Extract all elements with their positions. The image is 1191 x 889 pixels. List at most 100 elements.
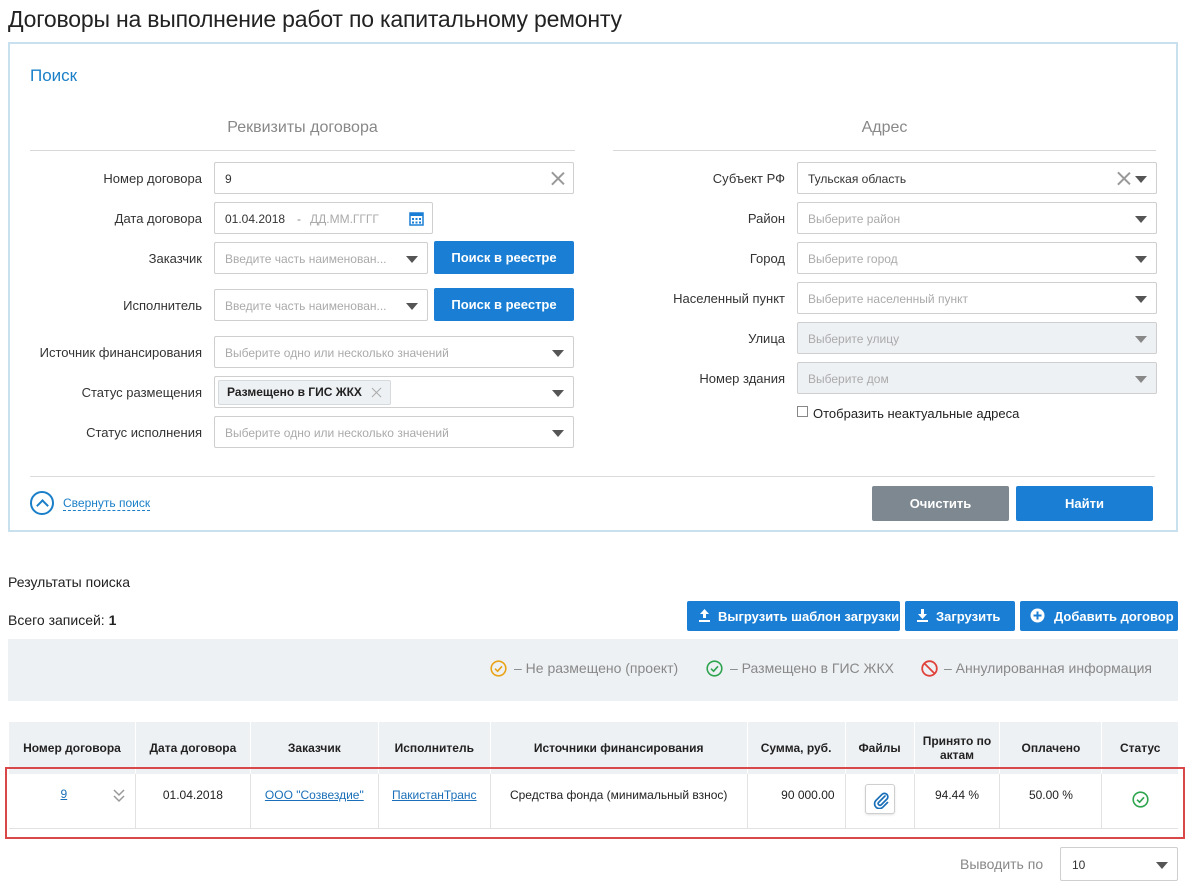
column-header[interactable]: Файлы (844, 722, 915, 774)
placed-status-icon (706, 660, 723, 677)
search-panel: Поиск Реквизиты договора Адрес Номер дог… (8, 42, 1178, 532)
city-label: Город (749, 251, 785, 266)
total-records-value: 1 (108, 612, 117, 628)
contract-section-title: Реквизиты договора (227, 119, 378, 136)
region-select[interactable]: Тульская область (797, 162, 1157, 194)
column-header[interactable]: Принято по актам (913, 722, 1000, 774)
column-header[interactable]: Сумма, руб. (746, 722, 846, 774)
draft-status-icon (490, 660, 507, 677)
page-size-select[interactable]: 10 (1060, 847, 1178, 881)
cell-paid: 50.00 % (999, 774, 1102, 829)
date-to-placeholder: ДД.ММ.ГГГГ (310, 212, 379, 226)
column-header[interactable]: Заказчик (249, 722, 379, 774)
clear-button[interactable]: Очистить (872, 486, 1009, 521)
clear-icon[interactable] (550, 170, 566, 186)
legend-placed: – Размещено в ГИС ЖКХ (730, 660, 894, 676)
chevron-down-icon (1135, 256, 1147, 263)
download-icon (917, 609, 928, 622)
city-select[interactable]: Выберите город (797, 242, 1157, 274)
building-select[interactable]: Выберите дом (797, 362, 1157, 394)
total-records: Всего записей: 1 (8, 612, 116, 628)
chevron-down-icon (552, 390, 564, 397)
upload-icon (699, 609, 710, 622)
customer-select[interactable]: Введите часть наименован... (214, 242, 428, 274)
building-placeholder: Выберите дом (808, 372, 889, 386)
column-header[interactable]: Исполнитель (377, 722, 491, 774)
chevron-down-icon (1135, 336, 1147, 343)
cell-accepted: 94.44 % (913, 774, 1000, 829)
chevron-down-icon (552, 350, 564, 357)
street-select[interactable]: Выберите улицу (797, 322, 1157, 354)
expand-row-icon[interactable] (113, 789, 125, 803)
cell-funding: Средства фонда (минимальный взнос) (489, 774, 748, 829)
chevron-down-icon (1135, 296, 1147, 303)
column-header[interactable]: Номер договора (8, 722, 136, 774)
contract-number-link[interactable]: 9 (61, 787, 68, 801)
customer-registry-search-button[interactable]: Поиск в реестре (434, 241, 574, 274)
customer-placeholder: Введите часть наименован... (225, 252, 387, 266)
contractor-select[interactable]: Введите часть наименован... (214, 289, 428, 321)
export-template-label: Выгрузить шаблон загрузки (718, 609, 900, 624)
calendar-icon[interactable] (409, 211, 424, 226)
table-header-row: Номер договора Дата договора Заказчик Ис… (8, 722, 1178, 774)
district-select[interactable]: Выберите район (797, 202, 1157, 234)
total-records-label: Всего записей: (8, 612, 105, 628)
paperclip-icon (873, 792, 889, 810)
upload-button[interactable]: Загрузить (905, 601, 1015, 631)
placement-status-tag: Размещено в ГИС ЖКХ (218, 380, 391, 405)
settlement-label: Населенный пункт (673, 291, 785, 306)
contract-number-label: Номер договора (103, 171, 202, 186)
cell-contractor: ПакистанТранс (377, 774, 491, 829)
contractor-link[interactable]: ПакистанТранс (392, 788, 477, 802)
show-inactive-checkbox[interactable] (797, 406, 808, 417)
funding-source-label: Источник финансирования (39, 345, 202, 360)
street-label: Улица (748, 331, 785, 346)
contractor-label: Исполнитель (123, 298, 202, 313)
collapse-search-link[interactable]: Свернуть поиск (63, 496, 151, 511)
contractor-registry-search-button[interactable]: Поиск в реестре (434, 288, 574, 321)
city-placeholder: Выберите город (808, 252, 898, 266)
page-size-label: Выводить по (960, 856, 1044, 872)
cell-contract-number: 9 (8, 774, 136, 829)
export-template-button[interactable]: Выгрузить шаблон загрузки (687, 601, 900, 631)
clear-icon[interactable] (1116, 170, 1132, 186)
placement-status-select[interactable]: Размещено в ГИС ЖКХ (214, 376, 574, 408)
building-label: Номер здания (699, 371, 785, 386)
contractor-placeholder: Введите часть наименован... (225, 299, 387, 313)
chevron-down-icon (1135, 176, 1147, 183)
contract-number-input[interactable]: 9 (214, 162, 574, 194)
cell-customer: ООО "Созвездие" (249, 774, 379, 829)
district-label: Район (747, 211, 785, 226)
chevron-up-icon[interactable] (30, 491, 54, 515)
funding-source-select[interactable]: Выберите одно или несколько значений (214, 336, 574, 368)
column-header[interactable]: Оплачено (999, 722, 1102, 774)
column-header[interactable]: Статус (1101, 722, 1178, 774)
cell-status (1101, 774, 1178, 829)
column-header[interactable]: Источники финансирования (489, 722, 748, 774)
settlement-select[interactable]: Выберите населенный пункт (797, 282, 1157, 314)
results-title: Результаты поиска (8, 574, 131, 590)
page-title: Договоры на выполнение работ по капиталь… (8, 6, 622, 32)
find-button[interactable]: Найти (1016, 486, 1153, 521)
status-legend: – Не размещено (проект) – Размещено в ГИ… (8, 639, 1178, 701)
add-contract-button[interactable]: Добавить договор (1020, 601, 1178, 631)
search-footer-divider (30, 476, 1155, 477)
column-header[interactable]: Дата договора (134, 722, 251, 774)
cell-files (844, 774, 915, 829)
settlement-placeholder: Выберите населенный пункт (808, 292, 968, 306)
execution-status-select[interactable]: Выберите одно или несколько значений (214, 416, 574, 448)
page-size-value: 10 (1072, 858, 1086, 872)
region-value: Тульская область (808, 172, 907, 186)
address-section-title: Адрес (861, 119, 908, 136)
customer-link[interactable]: ООО "Созвездие" (265, 788, 364, 802)
remove-tag-icon[interactable] (371, 386, 383, 398)
contract-date-range[interactable]: 01.04.2018 - ДД.ММ.ГГГГ (214, 202, 433, 234)
table-row: 9 01.04.2018 ООО "Созвездие" ПакистанТра… (8, 774, 1178, 829)
results-table: Номер договора Дата договора Заказчик Ис… (8, 722, 1178, 829)
contract-number-value: 9 (225, 172, 232, 186)
search-title: Поиск (30, 66, 78, 85)
legend-annulled: – Аннулированная информация (944, 660, 1152, 676)
attachments-button[interactable] (864, 784, 895, 815)
date-from-value: 01.04.2018 (225, 212, 286, 226)
annulled-status-icon (921, 660, 938, 677)
